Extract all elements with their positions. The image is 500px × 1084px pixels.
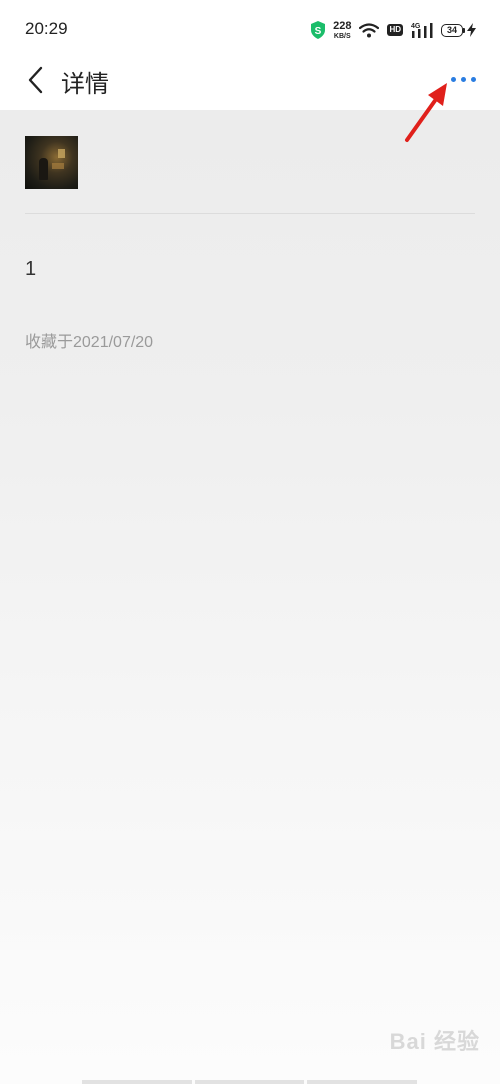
- battery-indicator: 34: [441, 23, 476, 37]
- item-thumbnail: [25, 136, 78, 189]
- chevron-left-icon: [28, 66, 43, 94]
- network-speed-value: 228: [333, 19, 352, 32]
- network-speed: 228 KB/S: [333, 19, 352, 40]
- hd-badge: HD: [387, 24, 403, 36]
- svg-text:4G: 4G: [411, 23, 421, 30]
- battery-level: 34: [441, 23, 463, 37]
- back-button[interactable]: [20, 62, 50, 98]
- charging-bolt-icon: [467, 23, 476, 37]
- divider: [25, 213, 475, 214]
- more-dot-icon: [460, 76, 466, 82]
- signal-icon: 4G: [411, 23, 433, 38]
- status-time: 20:29: [25, 19, 68, 38]
- status-icons: S 228 KB/S HD 4G 34: [311, 18, 476, 42]
- wifi-icon: [359, 22, 380, 37]
- more-dot-icon: [470, 76, 476, 82]
- battery-tip: [463, 27, 465, 33]
- watermark: Bai 经验: [389, 1029, 480, 1054]
- bottom-hint-bar: [82, 1080, 418, 1084]
- status-bar: 20:29 S 228 KB/S HD 4G 34: [0, 0, 500, 58]
- annotation-arrow-icon: [405, 83, 447, 142]
- page-title: 详情: [61, 71, 109, 98]
- item-value: 1: [25, 258, 37, 280]
- detail-content: 1 收藏于2021/07/20 Bai 经验: [0, 110, 500, 1084]
- security-shield-icon: S: [311, 21, 326, 39]
- network-speed-unit: KB/S: [333, 32, 351, 40]
- favorited-date: 收藏于2021/07/20: [25, 334, 154, 351]
- svg-text:S: S: [315, 26, 322, 37]
